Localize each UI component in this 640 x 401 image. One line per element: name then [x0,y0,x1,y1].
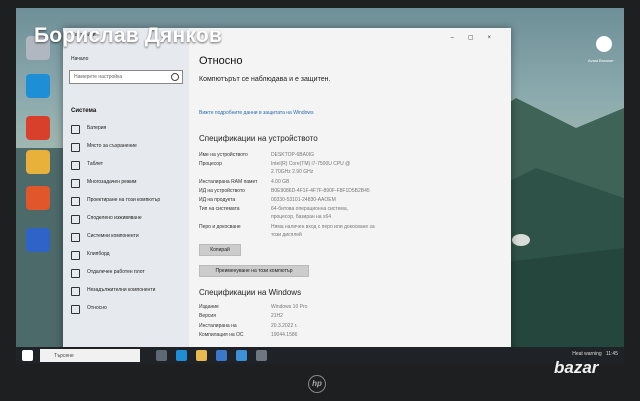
store-icon[interactable] [216,350,227,361]
device-spec-heading: Спецификации на устройството [199,134,318,143]
spec-row: този дисплей [271,232,302,238]
spec-row: Име на устройството DESKTOP-6BA0IG [199,152,314,158]
mail-icon[interactable] [236,350,247,361]
taskbar-search-text: Търсене [54,353,74,359]
storage-icon [71,143,80,152]
spec-row: Компилация на ОС 19044.1586 [199,332,298,338]
multitask-icon [71,179,80,188]
sidebar-item-clipboard[interactable]: Клипборд [63,246,189,264]
sidebar-item-about[interactable]: Относно [63,300,189,318]
avast-browser-icon[interactable] [596,36,612,52]
system-tray[interactable]: Heat warning 11:45 [572,351,618,357]
sidebar-item-tablet[interactable]: Таблет [63,156,189,174]
sidebar-item-multitasking[interactable]: Многозадачен режим [63,174,189,192]
malwarebytes-icon[interactable] [26,228,50,252]
edge-taskbar-icon[interactable] [176,350,187,361]
spec-row: Версия 21H2 [199,313,283,319]
sidebar-item-shared[interactable]: Споделено изживяване [63,210,189,228]
taskbar-search[interactable]: Търсене [40,349,140,362]
windows-start-icon[interactable] [22,350,33,361]
sidebar-item-remote[interactable]: Отдалечен работен плот [63,264,189,282]
tablet-icon [71,161,80,170]
avast-icon[interactable] [26,186,50,210]
sidebar-item-projecting[interactable]: Проектиране на този компютър [63,192,189,210]
search-icon [171,73,179,81]
sidebar-item-battery[interactable]: Батерия [63,120,189,138]
nav-section-title: Система [71,108,97,114]
seller-name-overlay: Борислав Дянков [34,24,222,47]
home-link[interactable]: Начало [71,56,88,62]
spec-row: процесор, базиран на x64 [271,214,332,220]
settings-window: Настройки Начало Намерете настройка Сист… [63,28,511,355]
spec-row: ИД на устройството B0E9086D-4F1F-4F7F-890… [199,188,370,194]
security-details-link[interactable]: Вижте подробните данни в защитата на Win… [199,110,314,116]
clipboard-icon [71,251,80,260]
info-icon [71,305,80,314]
project-icon [71,197,80,206]
taskbar: Търсене Heat warning 11:45 [16,347,624,364]
app-icon[interactable] [26,116,50,140]
laptop-screen: Avast Browser Настройки Начало Намерете … [16,8,624,364]
remote-icon [71,269,80,278]
explorer-icon[interactable] [196,350,207,361]
clock: 11:45 [605,351,618,357]
spec-row: Издание Windows 10 Pro [199,304,308,310]
page-title: Относно [199,55,243,67]
weather-text: Heat warning [572,351,602,357]
edge-icon[interactable] [26,74,50,98]
battery-icon [71,125,80,134]
avast-browser-label: Avast Browser [588,58,614,63]
components-icon [71,233,80,242]
settings-search-input[interactable]: Намерете настройка [69,70,183,84]
copy-button[interactable]: Копирай [199,244,241,256]
spec-row: Процесор Intel(R) Core(TM) i7-7500U CPU @ [199,161,351,167]
bazar-watermark: bazar [554,358,599,377]
windows-spec-heading: Спецификации на Windows [199,288,302,297]
spec-row: Инсталирана на 20.3.2022 г. [199,323,298,329]
chrome-icon[interactable] [26,150,50,174]
spec-row: 2.70GHz 2.90 GHz [271,169,314,175]
spec-row: Тип на системата 64-битова операционна си… [199,206,349,212]
sidebar-item-components[interactable]: Системни компоненти [63,228,189,246]
task-view-icon[interactable] [156,350,167,361]
window-controls[interactable]: –▢× [450,34,505,41]
hp-logo: hp [308,375,326,393]
search-placeholder: Намерете настройка [74,74,123,80]
about-page: –▢× Относно Компютърът се наблюдава и е … [189,28,511,355]
spec-row: ИД на продукта 00330-53101-24830-AAOEM [199,197,336,203]
shared-icon [71,215,80,224]
settings-taskbar-icon[interactable] [256,350,267,361]
spec-row: Инсталирана RAM памет 4.00 GB [199,179,290,185]
settings-nav: Настройки Начало Намерете настройка Сист… [63,28,189,355]
optional-icon [71,287,80,296]
rename-pc-button[interactable]: Преименуване на този компютър [199,265,309,277]
sidebar-item-storage[interactable]: Място за съхранение [63,138,189,156]
protection-status: Компютърът се наблюдава и е защитен. [199,76,331,83]
sidebar-item-optional[interactable]: Незадължителни компоненти [63,282,189,300]
spec-row: Перо и докосване Няма наличен вход с перо… [199,224,375,230]
